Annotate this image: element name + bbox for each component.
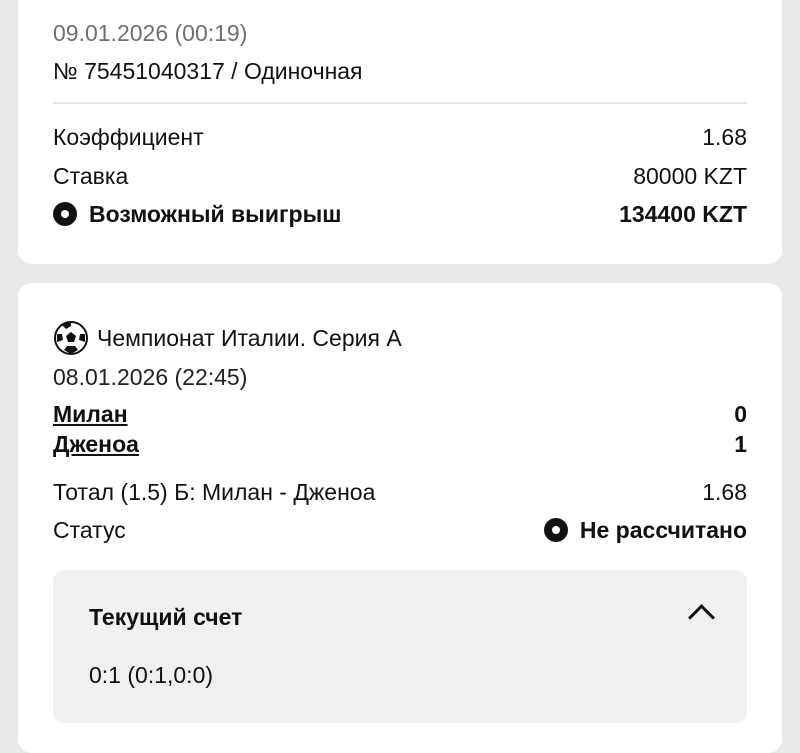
league-row: Чемпионат Италии. Серия А — [53, 320, 747, 356]
home-team-row: Милан 0 — [53, 400, 747, 428]
status-label: Статус — [53, 517, 126, 543]
market-odds: 1.68 — [702, 479, 747, 505]
event-datetime: 08.01.2026 (22:45) — [53, 364, 248, 390]
coefficient-value: 1.68 — [702, 124, 747, 150]
market-label: Тотал (1.5) Б: Милан - Дженоа — [53, 479, 376, 505]
stake-value: 80000 KZT — [633, 163, 747, 189]
league-name: Чемпионат Италии. Серия А — [97, 325, 402, 351]
divider — [53, 102, 747, 104]
current-score-value: 0:1 (0:1,0:0) — [89, 662, 214, 688]
ticket-datetime: 09.01.2026 (00:19) — [53, 20, 248, 46]
away-score: 1 — [734, 431, 747, 457]
market-row: Тотал (1.5) Б: Милан - Дженоа 1.68 — [53, 478, 747, 506]
stake-row: Ставка 80000 KZT — [53, 162, 747, 190]
coefficient-row: Коэффициент 1.68 — [53, 123, 747, 151]
coefficient-label: Коэффициент — [53, 124, 204, 150]
away-team-link[interactable]: Дженоа — [53, 430, 139, 458]
radio-dot-icon — [543, 518, 568, 542]
current-score-title: Текущий счет — [89, 604, 243, 630]
possible-win-label: Возможный выигрыш — [89, 201, 342, 227]
possible-win-row: Возможный выигрыш 134400 KZT — [53, 200, 747, 228]
current-score-panel[interactable]: Текущий счет 0:1 (0:1,0:0) — [53, 570, 747, 723]
stake-label: Ставка — [53, 163, 129, 189]
home-team-link[interactable]: Милан — [53, 400, 128, 428]
status-row: Статус Не рассчитано — [53, 516, 747, 544]
soccer-ball-icon — [53, 320, 89, 356]
event-card: Чемпионат Италии. Серия А 08.01.2026 (22… — [18, 283, 782, 753]
chevron-up-icon[interactable] — [688, 604, 715, 631]
radio-dot-icon — [53, 202, 77, 226]
status-value: Не рассчитано — [579, 517, 747, 543]
away-team-row: Дженоа 1 — [53, 430, 747, 458]
home-score: 0 — [734, 401, 747, 427]
ticket-summary-card: 09.01.2026 (00:19) № 75451040317 / Одино… — [18, 0, 782, 264]
possible-win-value: 134400 KZT — [619, 201, 747, 227]
ticket-number: № 75451040317 / Одиночная — [53, 58, 363, 84]
